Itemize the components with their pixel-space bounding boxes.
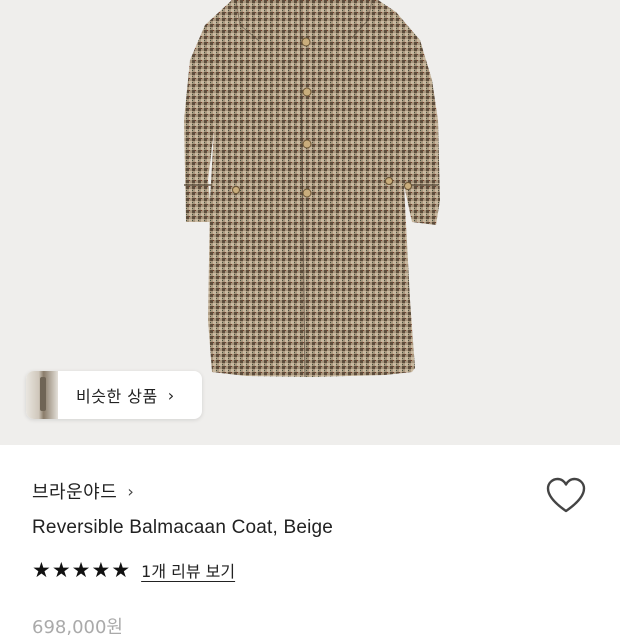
star-icon: ★ (91, 557, 111, 582)
similar-products-label: 비슷한 상품 (76, 387, 158, 406)
chevron-right-icon: › (127, 481, 134, 501)
brand-link[interactable]: 브라운야드 › (32, 478, 134, 504)
review-link[interactable]: 1개 리뷰 보기 (141, 558, 235, 582)
star-icon: ★ (32, 557, 51, 582)
heart-outline-icon (546, 477, 586, 513)
star-icon: ★ (71, 557, 91, 582)
star-icon: ★ (51, 557, 71, 582)
coat-shape (184, 0, 440, 377)
similar-products-button[interactable]: 비슷한 상품 › (26, 371, 202, 419)
product-image-area[interactable]: 비슷한 상품 › (0, 0, 620, 445)
chevron-right-icon: › (167, 385, 175, 405)
star-icon: ★ (111, 557, 131, 582)
rating-row: ★ ★ ★ ★ ★ 1개 리뷰 보기 (32, 558, 235, 582)
similar-product-thumbnail (26, 371, 58, 419)
product-title: Reversible Balmacaan Coat, Beige (32, 517, 334, 538)
brand-name: 브라운야드 (32, 482, 118, 503)
wishlist-button[interactable] (545, 476, 587, 516)
product-price: 698,000원 (32, 617, 123, 638)
